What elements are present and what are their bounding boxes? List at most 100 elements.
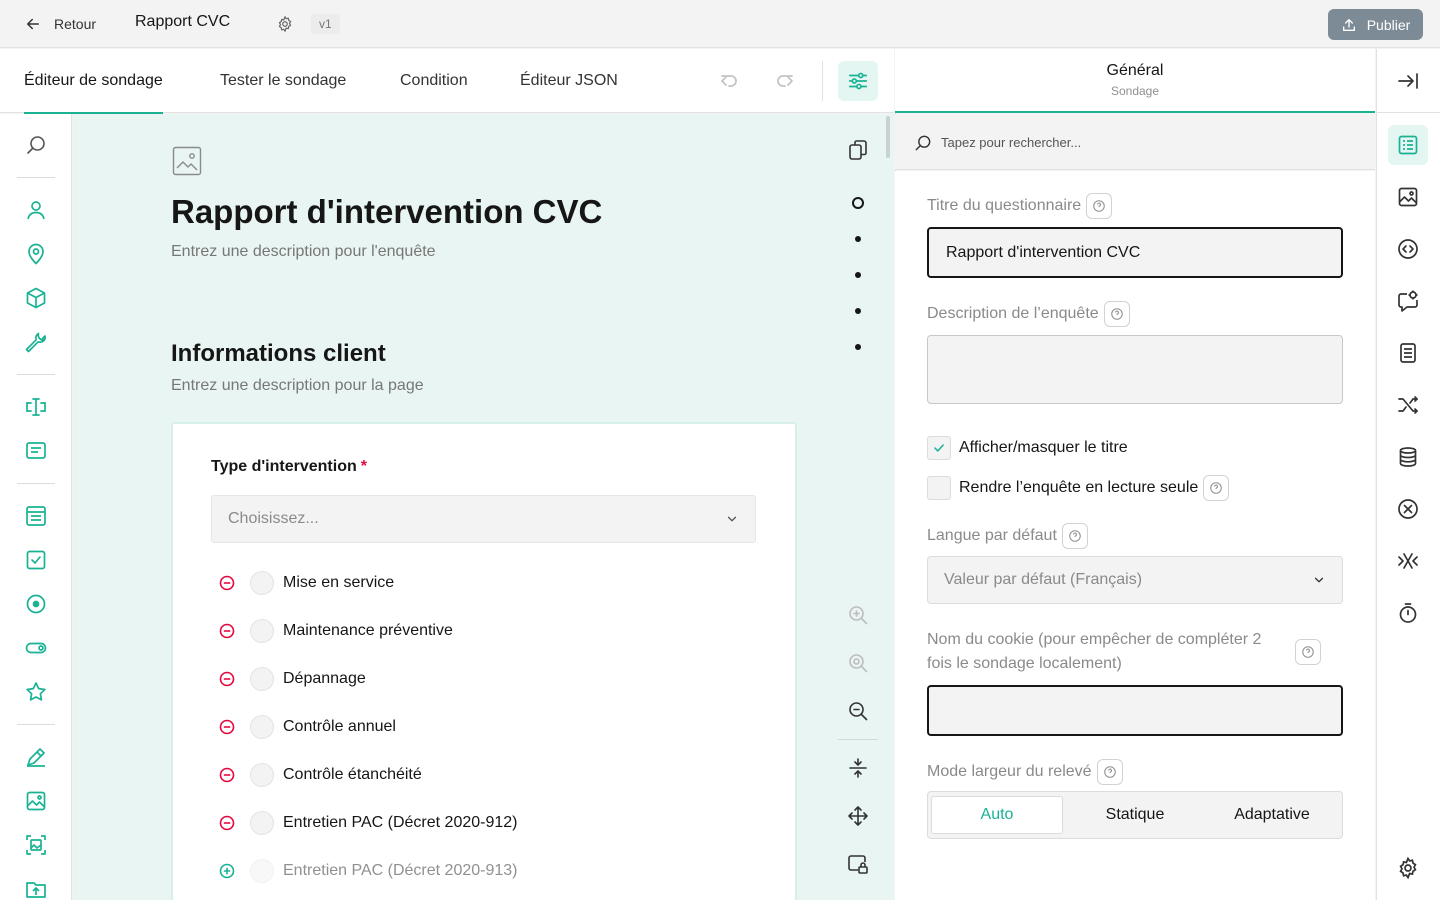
- text-cursor-icon[interactable]: [24, 395, 48, 419]
- choice-item: Entretien PAC (Décret 2020-912): [218, 809, 517, 837]
- nav-page-dot[interactable]: [855, 236, 861, 242]
- publish-button[interactable]: Publier: [1328, 9, 1423, 40]
- gear-icon[interactable]: [276, 15, 294, 33]
- radio-icon[interactable]: [24, 592, 48, 616]
- nav-page-dot[interactable]: [855, 308, 861, 314]
- description-textarea[interactable]: [927, 335, 1343, 404]
- help-button[interactable]: [1203, 475, 1230, 501]
- new-choice-label[interactable]: Entretien PAC (Décret 2020-913): [283, 862, 517, 880]
- survey-title-input[interactable]: [927, 227, 1343, 278]
- choice-radio[interactable]: [250, 667, 274, 691]
- dropdown-list-icon[interactable]: [24, 504, 48, 528]
- back-button[interactable]: Retour: [24, 12, 96, 36]
- property-search-input[interactable]: [941, 131, 1341, 153]
- pages-icon[interactable]: [1396, 341, 1420, 365]
- remove-choice-icon[interactable]: [218, 574, 236, 592]
- signature-icon[interactable]: [24, 745, 48, 769]
- canvas-scrollbar[interactable]: [886, 116, 890, 158]
- remove-choice-icon[interactable]: [218, 718, 236, 736]
- collapse-all-icon[interactable]: [846, 756, 870, 780]
- width-mode-responsive[interactable]: Adaptative: [1206, 796, 1338, 834]
- help-button[interactable]: [1096, 759, 1123, 785]
- zoom-reset-icon[interactable]: [846, 651, 870, 675]
- page-description-placeholder[interactable]: Entrez une description pour la page: [171, 377, 424, 395]
- copy-icon[interactable]: [846, 138, 870, 162]
- cube-icon[interactable]: [24, 286, 48, 310]
- readonly-checkbox[interactable]: Rendre l’enquête en lecture seule: [927, 475, 1230, 501]
- remove-choice-icon[interactable]: [218, 622, 236, 640]
- nav-page-dot[interactable]: [855, 272, 861, 278]
- page-title[interactable]: Informations client: [171, 340, 386, 368]
- comment-icon[interactable]: [24, 439, 48, 463]
- property-grid-header: Général Sondage: [895, 49, 1375, 113]
- cookie-name-input[interactable]: [927, 685, 1343, 736]
- choice-radio[interactable]: [250, 619, 274, 643]
- tab-survey-editor[interactable]: Éditeur de sondage: [24, 49, 163, 114]
- validation-icon[interactable]: [1396, 497, 1420, 521]
- toggle-property-grid-button[interactable]: [838, 61, 878, 101]
- choice-label[interactable]: Dépannage: [283, 670, 366, 688]
- zoom-in-icon[interactable]: [846, 603, 870, 627]
- choice-radio[interactable]: [250, 715, 274, 739]
- wrench-icon[interactable]: [24, 330, 48, 354]
- logic-icon[interactable]: [1396, 393, 1420, 417]
- choice-label[interactable]: Contrôle étanchéité: [283, 766, 422, 784]
- quiz-icon[interactable]: [1396, 549, 1420, 573]
- question-title[interactable]: Type d'intervention *: [211, 458, 367, 476]
- settings-icon[interactable]: [1396, 856, 1420, 880]
- lock-question-icon[interactable]: [846, 852, 870, 876]
- zoom-out-icon[interactable]: [846, 699, 870, 723]
- map-pin-icon[interactable]: [24, 242, 48, 266]
- show-title-checkbox[interactable]: Afficher/masquer le titre: [927, 436, 1128, 460]
- navigation-icon[interactable]: [1396, 237, 1420, 261]
- star-icon[interactable]: [24, 680, 48, 704]
- checkbox-icon[interactable]: [24, 548, 48, 572]
- user-icon[interactable]: [24, 198, 48, 222]
- choice-radio[interactable]: [250, 811, 274, 835]
- nav-page-dot[interactable]: [855, 344, 861, 350]
- remove-choice-icon[interactable]: [218, 670, 236, 688]
- tab-json-editor[interactable]: Éditeur JSON: [520, 49, 618, 113]
- checkbox-box[interactable]: [927, 476, 951, 500]
- data-icon[interactable]: [1396, 445, 1420, 469]
- search-icon[interactable]: [24, 133, 48, 157]
- logo-image-icon[interactable]: [1396, 185, 1420, 209]
- remove-choice-icon[interactable]: [218, 766, 236, 784]
- file-upload-icon[interactable]: [24, 877, 48, 900]
- image-picker-icon[interactable]: [24, 833, 48, 857]
- toggle-icon[interactable]: [24, 636, 48, 660]
- question-dropdown[interactable]: Choisissez...: [211, 495, 756, 543]
- help-button[interactable]: [1103, 301, 1130, 327]
- add-choice-icon[interactable]: [218, 862, 236, 880]
- collapse-right-icon[interactable]: [1396, 69, 1420, 93]
- language-select[interactable]: Valeur par défaut (Français): [927, 556, 1343, 604]
- width-mode-static[interactable]: Statique: [1069, 796, 1201, 834]
- undo-icon[interactable]: [717, 69, 741, 93]
- help-button[interactable]: [1295, 639, 1321, 665]
- choice-radio[interactable]: [250, 763, 274, 787]
- choice-label[interactable]: Entretien PAC (Décret 2020-912): [283, 814, 517, 832]
- redo-icon[interactable]: [773, 69, 797, 93]
- expand-all-icon[interactable]: [846, 804, 870, 828]
- tab-test-survey[interactable]: Tester le sondage: [220, 49, 346, 113]
- checkbox-box[interactable]: [927, 436, 951, 460]
- remove-choice-icon[interactable]: [218, 814, 236, 832]
- choice-label[interactable]: Maintenance préventive: [283, 622, 453, 640]
- general-icon[interactable]: [1396, 133, 1420, 157]
- tab-logic[interactable]: Condition: [400, 49, 468, 113]
- property-categories-rail: [1376, 49, 1440, 900]
- choice-label[interactable]: Mise en service: [283, 574, 394, 592]
- choice-radio[interactable]: [250, 571, 274, 595]
- survey-description-placeholder[interactable]: Entrez une description pour l'enquête: [171, 243, 436, 261]
- help-button[interactable]: [1086, 193, 1113, 219]
- survey-title[interactable]: Rapport d'intervention CVC: [171, 193, 602, 231]
- question-settings-icon[interactable]: [1396, 289, 1420, 313]
- timer-icon[interactable]: [1396, 601, 1420, 625]
- width-mode-auto[interactable]: Auto: [931, 796, 1063, 834]
- designer-tab-bar: Éditeur de sondage Tester le sondage Con…: [0, 49, 894, 114]
- help-button[interactable]: [1061, 523, 1088, 549]
- survey-logo-placeholder[interactable]: [172, 146, 202, 176]
- image-icon[interactable]: [24, 789, 48, 813]
- choice-label[interactable]: Contrôle annuel: [283, 718, 396, 736]
- nav-page-dot-active[interactable]: [852, 197, 864, 209]
